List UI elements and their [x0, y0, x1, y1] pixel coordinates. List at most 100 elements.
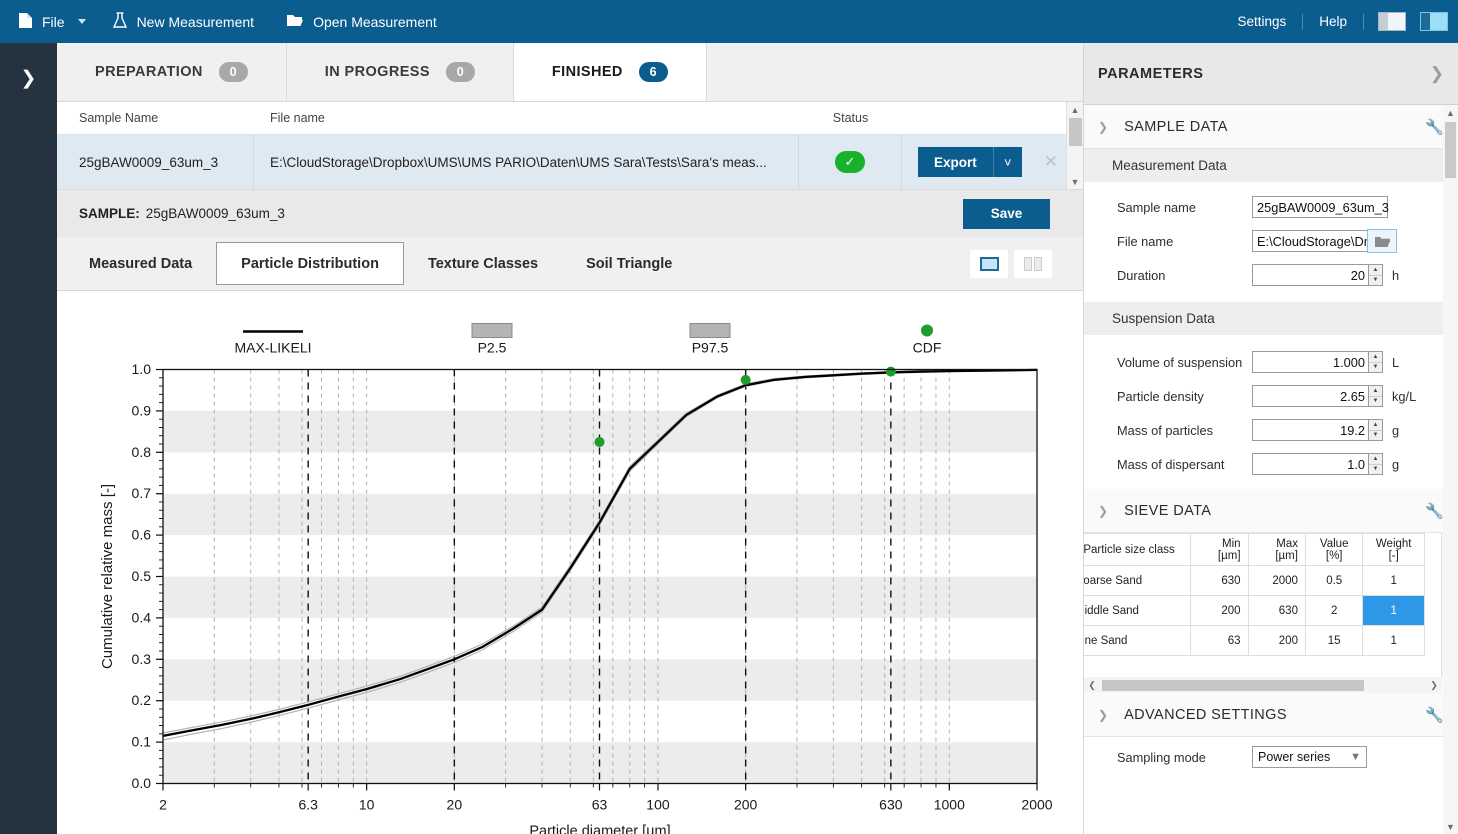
- sieve-cell-class: Middle Sand: [1084, 595, 1192, 626]
- sieve-hscroll-thumb[interactable]: [1102, 679, 1364, 691]
- sieve-data-table: Particle size class Min [µm] Max [µm] Va…: [1084, 533, 1458, 693]
- sieve-row[interactable]: Fine Sand 63 200 15 1: [1084, 625, 1425, 656]
- particle-density-input[interactable]: 2.65: [1252, 385, 1369, 407]
- svg-text:0.0: 0.0: [132, 775, 152, 791]
- expand-sidebar-icon[interactable]: ❯: [0, 43, 57, 113]
- mass-particles-stepper[interactable]: ▲ ▼: [1369, 419, 1383, 441]
- panel-vertical-scrollbar[interactable]: ▲ ▼: [1443, 105, 1458, 834]
- tab-preparation-label: PREPARATION: [95, 64, 203, 80]
- single-view-button[interactable]: [970, 249, 1008, 278]
- table-vertical-scrollbar[interactable]: ▲ ▼: [1066, 102, 1083, 189]
- volume-of-suspension-input[interactable]: 1.000: [1252, 351, 1369, 373]
- cell-actions: Export ˅ ✕: [902, 135, 1083, 189]
- section-sample-data[interactable]: ❯ SAMPLE DATA 🔧: [1084, 105, 1458, 149]
- sieve-cell-value[interactable]: 15: [1304, 625, 1364, 656]
- cell-status: ✓: [799, 135, 902, 189]
- duration-stepper[interactable]: ▲ ▼: [1369, 264, 1383, 286]
- tab-measured-data[interactable]: Measured Data: [65, 242, 216, 285]
- remove-row-close-icon[interactable]: ✕: [1036, 152, 1066, 172]
- sieve-row[interactable]: Coarse Sand 630 2000 0.5 1: [1084, 565, 1425, 596]
- tab-finished[interactable]: FINISHED 6: [513, 43, 707, 101]
- file-name-input[interactable]: E:\CloudStorage\Dro: [1252, 230, 1370, 252]
- right-panel-toggle[interactable]: [1420, 12, 1448, 31]
- sieve-cell-min[interactable]: 630: [1190, 565, 1249, 596]
- mass-dispersant-stepper[interactable]: ▲ ▼: [1369, 453, 1383, 475]
- sidebar-rail[interactable]: ❯: [0, 43, 57, 834]
- svg-text:0.6: 0.6: [132, 527, 152, 543]
- sample-name-input[interactable]: 25gBAW0009_63um_3: [1252, 196, 1389, 218]
- panel-scroll-up-icon[interactable]: ▲: [1446, 105, 1455, 120]
- view-tabs: Measured Data Particle Distribution Text…: [57, 237, 1083, 291]
- tab-in-progress-count: 0: [445, 62, 475, 82]
- sieve-cell-max[interactable]: 630: [1247, 595, 1306, 626]
- folder-open-icon: [286, 12, 304, 31]
- sieve-cell-value[interactable]: 2: [1304, 595, 1364, 626]
- new-measurement-button[interactable]: New Measurement: [96, 0, 271, 43]
- export-button[interactable]: Export ˅: [918, 147, 1022, 177]
- mass-of-dispersant-input[interactable]: 1.0: [1252, 453, 1369, 475]
- sample-header-bar: SAMPLE: 25gBAW0009_63um_3 Save: [57, 189, 1083, 237]
- chevron-down-icon: [77, 19, 86, 24]
- sieve-cell-min[interactable]: 63: [1190, 625, 1249, 656]
- mass-of-particles-label: Mass of particles: [1117, 422, 1214, 438]
- duration-input[interactable]: 20: [1252, 264, 1369, 286]
- sieve-cell-value[interactable]: 0.5: [1304, 565, 1364, 596]
- wrench-icon[interactable]: 🔧: [1425, 118, 1444, 136]
- col-sample-name: Sample Name: [79, 111, 159, 125]
- panel-scroll-thumb[interactable]: [1445, 122, 1456, 178]
- section-sieve-data[interactable]: ❯ SIEVE DATA 🔧: [1084, 489, 1458, 533]
- scroll-up-icon[interactable]: ▲: [1071, 102, 1080, 117]
- sieve-col-weight: Weight [-]: [1362, 533, 1425, 566]
- sampling-mode-select[interactable]: Power series ▼: [1252, 746, 1367, 768]
- scroll-thumb[interactable]: [1068, 118, 1082, 146]
- tab-finished-count: 6: [638, 62, 668, 82]
- sieve-cell-weight[interactable]: 1: [1362, 625, 1425, 656]
- sieve-horizontal-scrollbar[interactable]: ❮ ❯: [1084, 677, 1442, 693]
- open-measurement-button[interactable]: Open Measurement: [270, 0, 453, 43]
- sieve-cell-min[interactable]: 200: [1190, 595, 1249, 626]
- settings-link[interactable]: Settings: [1221, 14, 1302, 29]
- section-advanced-settings[interactable]: ❯ ADVANCED SETTINGS 🔧: [1084, 693, 1458, 737]
- split-view-button[interactable]: [1014, 249, 1052, 278]
- svg-text:P2.5: P2.5: [478, 340, 507, 356]
- sieve-cell-weight[interactable]: 1: [1362, 565, 1425, 596]
- sieve-cell-weight-selected[interactable]: 1: [1362, 595, 1425, 626]
- tab-soil-triangle[interactable]: Soil Triangle: [562, 242, 696, 285]
- chevron-down-icon-advanced: ❯: [1098, 707, 1109, 722]
- sieve-scroll-right-icon[interactable]: ❯: [1426, 680, 1442, 691]
- tab-texture-classes[interactable]: Texture Classes: [404, 242, 562, 285]
- scroll-down-icon[interactable]: ▼: [1071, 174, 1080, 189]
- sieve-cell-class: Fine Sand: [1084, 625, 1192, 656]
- table-row[interactable]: 25gBAW0009_63um_3 E:\CloudStorage\Dropbo…: [57, 135, 1083, 189]
- split-pane-icon: [1024, 256, 1042, 271]
- tab-preparation[interactable]: PREPARATION 0: [57, 43, 287, 101]
- browse-folder-icon[interactable]: [1367, 229, 1397, 253]
- mass-of-dispersant-label: Mass of dispersant: [1117, 456, 1225, 472]
- wrench-icon-advanced[interactable]: 🔧: [1425, 706, 1444, 724]
- wrench-icon-sieve[interactable]: 🔧: [1425, 502, 1444, 520]
- left-panel-toggle[interactable]: [1378, 12, 1406, 31]
- save-button[interactable]: Save: [963, 198, 1050, 229]
- panel-scroll-down-icon[interactable]: ▼: [1446, 819, 1455, 834]
- volume-stepper[interactable]: ▲ ▼: [1369, 351, 1383, 373]
- sieve-cell-max[interactable]: 200: [1247, 625, 1306, 656]
- sieve-cell-max[interactable]: 2000: [1247, 565, 1306, 596]
- svg-text:0.4: 0.4: [132, 609, 152, 625]
- sieve-scroll-left-icon[interactable]: ❮: [1084, 680, 1100, 691]
- sieve-row[interactable]: Middle Sand 200 630 2 1: [1084, 595, 1425, 626]
- tab-in-progress[interactable]: IN PROGRESS 0: [287, 43, 514, 101]
- help-link[interactable]: Help: [1303, 14, 1363, 29]
- tab-particle-distribution[interactable]: Particle Distribution: [216, 242, 404, 285]
- mass-of-particles-input[interactable]: 19.2: [1252, 419, 1369, 441]
- svg-text:0.8: 0.8: [132, 444, 152, 460]
- export-dropdown-chevron-down-icon[interactable]: ˅: [992, 147, 1022, 177]
- density-stepper[interactable]: ▲ ▼: [1369, 385, 1383, 407]
- file-menu-button[interactable]: File: [0, 0, 96, 43]
- density-unit: kg/L: [1392, 388, 1417, 404]
- field-mass-of-dispersant: Mass of dispersant 1.0 ▲ ▼ g: [1084, 447, 1458, 481]
- collapse-panel-chevron-right-icon[interactable]: ❯: [1430, 64, 1444, 84]
- mass-particles-unit: g: [1392, 422, 1400, 438]
- svg-text:CDF: CDF: [913, 340, 942, 356]
- layout-toggle-group: [970, 249, 1052, 278]
- svg-text:P97.5: P97.5: [692, 340, 729, 356]
